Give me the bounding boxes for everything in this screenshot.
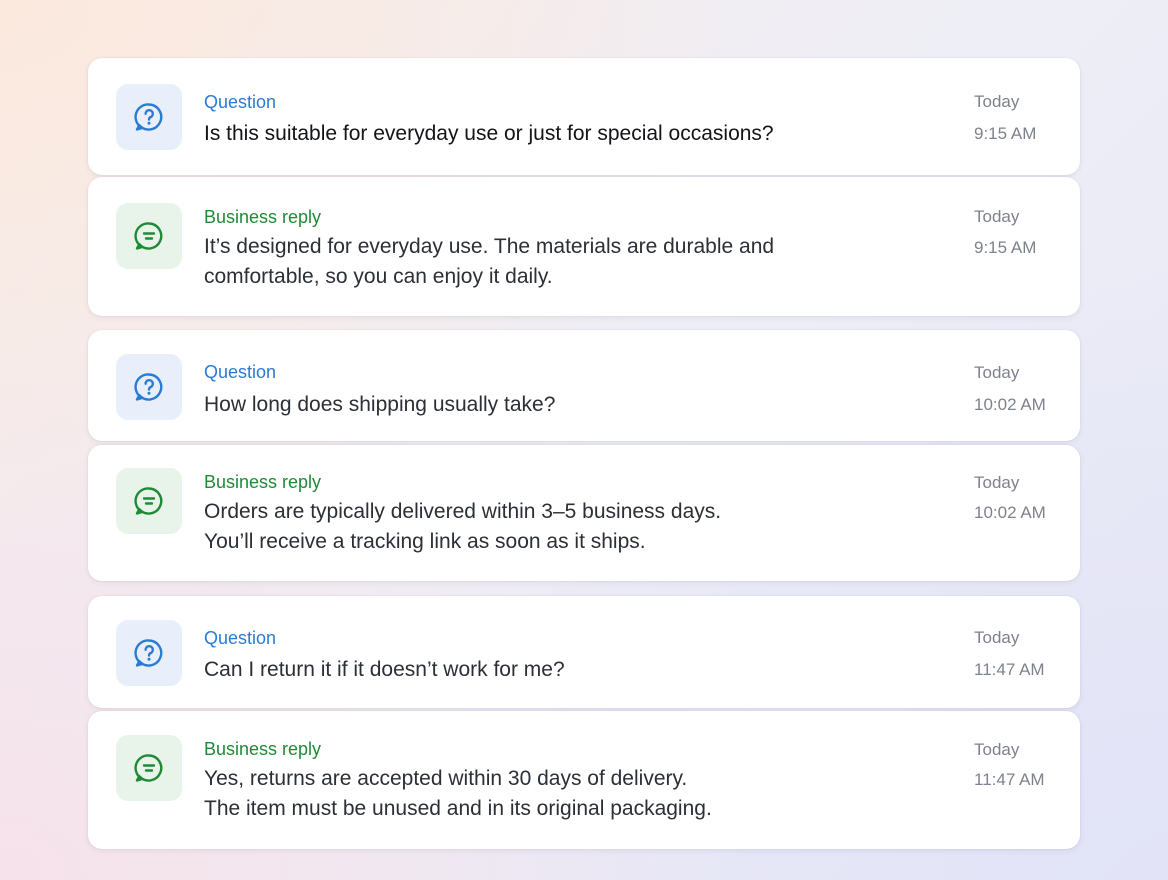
timestamp-time: 10:02 AM: [974, 503, 1046, 522]
question-card[interactable]: Question Can I return it if it doesn’t w…: [88, 596, 1080, 708]
reply-card[interactable]: Business reply Yes, returns are accepted…: [88, 711, 1080, 849]
chat-reply-icon: [134, 487, 163, 515]
question-card[interactable]: Question Is this suitable for everyday u…: [88, 58, 1080, 175]
question-bubble-icon: [134, 639, 163, 667]
question-label: Question: [204, 362, 277, 382]
timestamp-time: 11:47 AM: [974, 660, 1045, 679]
reply-icon-box: [116, 203, 182, 269]
timestamp-day: Today: [974, 92, 1020, 111]
timestamp-day: Today: [974, 363, 1020, 382]
chat-reply-icon: [134, 754, 163, 782]
reply-card[interactable]: Business reply Orders are typically deli…: [88, 445, 1080, 581]
timestamp-time: 9:15 AM: [974, 124, 1037, 143]
timestamp-time: 10:02 AM: [974, 395, 1046, 414]
timestamp-day: Today: [974, 473, 1020, 492]
reply-icon-box: [116, 735, 182, 801]
timestamp-day: Today: [974, 628, 1020, 647]
question-bubble-icon: [134, 373, 163, 401]
reply-icon-box: [116, 468, 182, 534]
timestamp-time: 11:47 AM: [974, 770, 1045, 789]
question-label: Question: [204, 628, 277, 648]
question-bubble-icon: [134, 103, 163, 131]
reply-text: It’s designed for everyday use. The mate…: [204, 235, 775, 288]
reply-label: Business reply: [204, 472, 322, 492]
reply-label: Business reply: [204, 207, 322, 227]
reply-text: Orders are typically delivered within 3–…: [204, 500, 722, 553]
reply-text: Yes, returns are accepted within 30 days…: [204, 767, 712, 820]
timestamp-day: Today: [974, 207, 1020, 226]
reply-label: Business reply: [204, 739, 322, 759]
timestamp-time: 9:15 AM: [974, 238, 1037, 257]
reply-card[interactable]: Business reply It’s designed for everyda…: [88, 177, 1080, 316]
question-icon-box: [116, 84, 182, 150]
question-text: How long does shipping usually take?: [204, 393, 556, 416]
chat-reply-icon: [134, 222, 163, 250]
question-icon-box: [116, 354, 182, 420]
question-card[interactable]: Question How long does shipping usually …: [88, 330, 1080, 441]
question-text: Is this suitable for everyday use or jus…: [204, 122, 774, 145]
question-text: Can I return it if it doesn’t work for m…: [204, 658, 565, 681]
timestamp-day: Today: [974, 740, 1020, 759]
question-label: Question: [204, 92, 277, 112]
question-icon-box: [116, 620, 182, 686]
